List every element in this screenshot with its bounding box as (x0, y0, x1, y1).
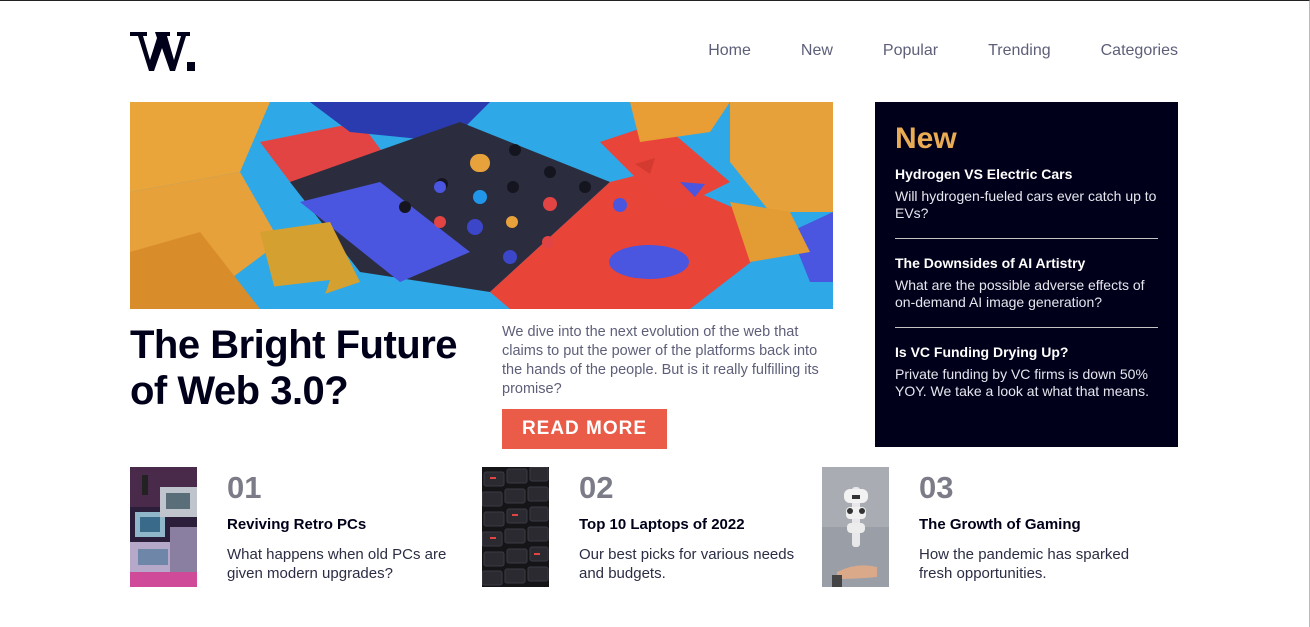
hero-description: We dive into the next evolution of the w… (502, 324, 819, 397)
article-card-body: 03 The Growth of Gaming How the pandemic… (919, 467, 1159, 587)
nav-categories[interactable]: Categories (1101, 42, 1178, 60)
article-number: 03 (919, 470, 954, 505)
article-card-body: 02 Top 10 Laptops of 2022 Our best picks… (579, 467, 819, 587)
new-article-title[interactable]: Is VC Funding Drying Up? (895, 344, 1158, 360)
new-article-title[interactable]: Hydrogen VS Electric Cars (895, 166, 1158, 182)
new-panel: New Hydrogen VS Electric Cars Will hydro… (875, 102, 1178, 447)
new-article[interactable]: The Downsides of AI Artistry What are th… (895, 255, 1158, 328)
laptops-image[interactable] (482, 467, 549, 587)
hero-image (130, 102, 833, 309)
article-title[interactable]: Reviving Retro PCs (227, 516, 467, 533)
retro-pcs-image[interactable] (130, 467, 197, 587)
article-desc: How the pandemic has sparked fresh oppor… (919, 546, 1130, 582)
article-desc: What happens when old PCs are given mode… (227, 546, 447, 582)
nav-new[interactable]: New (801, 42, 833, 60)
read-more-button[interactable]: READ MORE (502, 409, 667, 449)
new-article-desc: What are the possible adverse effects of… (895, 277, 1145, 310)
nav-home[interactable]: Home (708, 42, 751, 60)
article-desc: Our best picks for various needs and bud… (579, 546, 795, 582)
article-number: 01 (227, 470, 262, 505)
main-nav: Home New Popular Trending Categories (708, 42, 1178, 60)
site-logo[interactable] (130, 30, 196, 72)
article-card[interactable]: 03 The Growth of Gaming How the pandemic… (822, 467, 1159, 587)
nav-popular[interactable]: Popular (883, 42, 938, 60)
article-title[interactable]: The Growth of Gaming (919, 516, 1159, 533)
article-card[interactable]: 02 Top 10 Laptops of 2022 Our best picks… (482, 467, 819, 587)
new-article-desc: Will hydrogen-fueled cars ever catch up … (895, 188, 1157, 221)
hero-title: The Bright Future of Web 3.0? (130, 323, 458, 413)
new-article[interactable]: Hydrogen VS Electric Cars Will hydrogen-… (895, 166, 1158, 239)
new-article-title[interactable]: The Downsides of AI Artistry (895, 255, 1158, 271)
new-article-desc: Private funding by VC firms is down 50% … (895, 366, 1149, 399)
article-title[interactable]: Top 10 Laptops of 2022 (579, 516, 819, 533)
article-number: 02 (579, 470, 614, 505)
nav-trending[interactable]: Trending (988, 42, 1051, 60)
article-card[interactable]: 01 Reviving Retro PCs What happens when … (130, 467, 467, 587)
new-article[interactable]: Is VC Funding Drying Up? Private funding… (895, 344, 1158, 400)
gaming-image[interactable] (822, 467, 889, 587)
article-card-body: 01 Reviving Retro PCs What happens when … (227, 467, 467, 587)
new-heading: New (895, 122, 957, 155)
